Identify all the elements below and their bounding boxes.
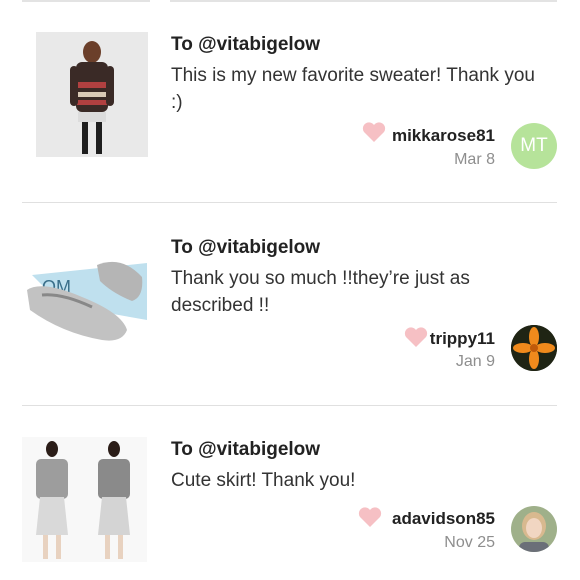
recipient-label: To @vitabigelow — [171, 237, 321, 258]
review-card[interactable]: OM To @vitabigelow Thank you so much !!t… — [22, 235, 557, 385]
review-message: Thank you so much !!they’re just as desc… — [171, 268, 470, 316]
heart-icon[interactable] — [358, 507, 382, 527]
shoes-thumbnail[interactable]: OM — [22, 235, 147, 360]
avatar-initials: MT — [520, 135, 548, 156]
divider — [22, 202, 557, 203]
reviewer-username[interactable]: mikkarose81 — [392, 126, 495, 146]
review-message: This is my new favorite sweater! Thank y… — [171, 65, 535, 113]
heart-icon[interactable] — [404, 327, 428, 347]
top-divider-right — [170, 0, 557, 2]
review-date: Nov 25 — [444, 534, 495, 551]
reviewer-username[interactable]: trippy11 — [430, 329, 495, 349]
review-date: Mar 8 — [454, 151, 495, 168]
review-date: Jan 9 — [455, 353, 495, 370]
recipient-label: To @vitabigelow — [171, 34, 321, 55]
flower-avatar-icon — [511, 325, 557, 371]
reviewer-username[interactable]: adavidson85 — [392, 509, 495, 529]
heart-icon[interactable] — [362, 122, 386, 142]
recipient-label: To @vitabigelow — [171, 439, 321, 460]
avatar[interactable] — [511, 506, 557, 552]
avatar[interactable]: MT — [511, 123, 557, 169]
skirt-thumbnail[interactable] — [22, 437, 147, 562]
avatar[interactable] — [511, 325, 557, 371]
top-divider-left — [22, 0, 150, 2]
review-card[interactable]: To @vitabigelow This is my new favorite … — [22, 32, 557, 182]
sweater-thumbnail[interactable] — [36, 32, 148, 157]
person-avatar-icon — [511, 506, 557, 552]
review-card[interactable]: To @vitabigelow Cute skirt! Thank you! a… — [22, 437, 557, 567]
divider — [22, 405, 557, 406]
review-message: Cute skirt! Thank you! — [171, 470, 356, 491]
